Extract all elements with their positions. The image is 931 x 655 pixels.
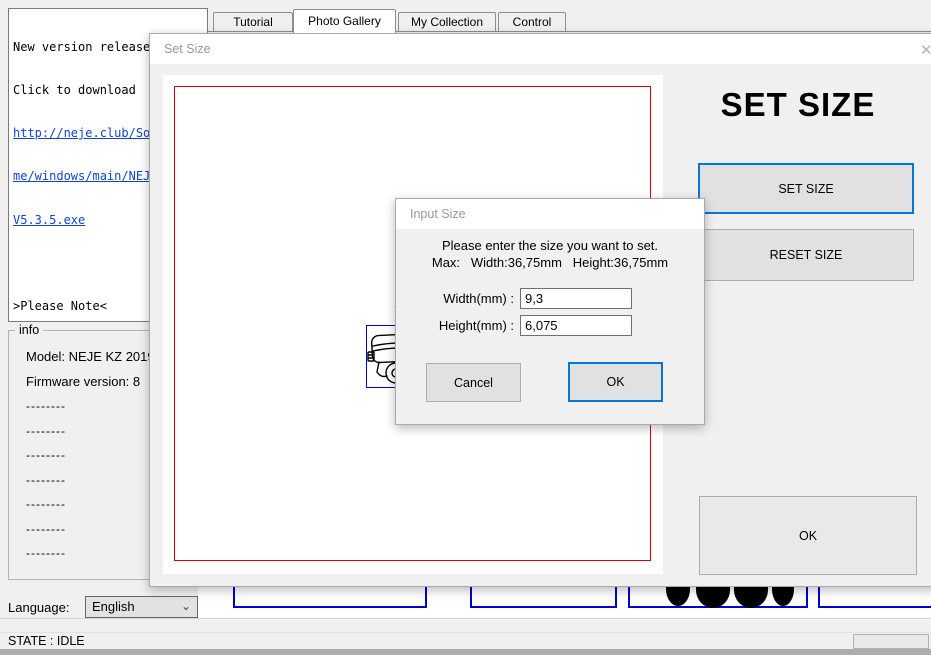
height-label: Height(mm) :: [396, 318, 514, 333]
set-size-heading: SET SIZE: [663, 86, 931, 124]
input-size-dialog-titlebar[interactable]: Input Size: [396, 199, 704, 229]
language-select[interactable]: English ⌄: [85, 596, 198, 618]
window-bottom-edge: [0, 649, 931, 655]
set-size-dialog-title: Set Size: [164, 42, 211, 56]
state-label: STATE : IDLE: [8, 634, 85, 648]
status-divider: [0, 632, 931, 633]
width-label: Width(mm) :: [396, 291, 514, 306]
input-size-prompt: Please enter the size you want to set.: [396, 238, 704, 253]
tab-control[interactable]: Control: [498, 12, 566, 31]
cancel-button[interactable]: Cancel: [426, 363, 521, 402]
dialog-ok-button[interactable]: OK: [699, 496, 917, 575]
language-label: Language:: [8, 600, 69, 615]
set-size-dialog-titlebar[interactable]: Set Size ✕: [150, 34, 931, 64]
height-input[interactable]: [520, 315, 632, 336]
chevron-down-icon: ⌄: [181, 596, 191, 616]
status-progress-box: [853, 634, 929, 649]
tab-my-collection[interactable]: My Collection: [398, 12, 496, 31]
input-size-dialog: Input Size Please enter the size you wan…: [395, 198, 705, 425]
info-panel-title: info: [15, 323, 43, 337]
tab-tutorial[interactable]: Tutorial: [213, 12, 293, 31]
app-window: New version released! Click to download …: [0, 0, 931, 655]
close-icon[interactable]: ✕: [920, 41, 931, 59]
width-input[interactable]: [520, 288, 632, 309]
width-field-row: Width(mm) :: [396, 288, 704, 310]
ok-button[interactable]: OK: [568, 362, 663, 402]
input-size-dialog-title: Input Size: [410, 207, 466, 221]
reset-size-button[interactable]: RESET SIZE: [698, 229, 914, 281]
tab-photo-gallery[interactable]: Photo Gallery: [293, 9, 396, 33]
status-bar: STATE : IDLE: [0, 618, 931, 649]
language-selected-value: English: [92, 599, 135, 614]
max-size-info: Max: Width:36,75mm Height:36,75mm: [396, 255, 704, 270]
height-field-row: Height(mm) :: [396, 315, 704, 337]
set-size-button[interactable]: SET SIZE: [698, 163, 914, 214]
